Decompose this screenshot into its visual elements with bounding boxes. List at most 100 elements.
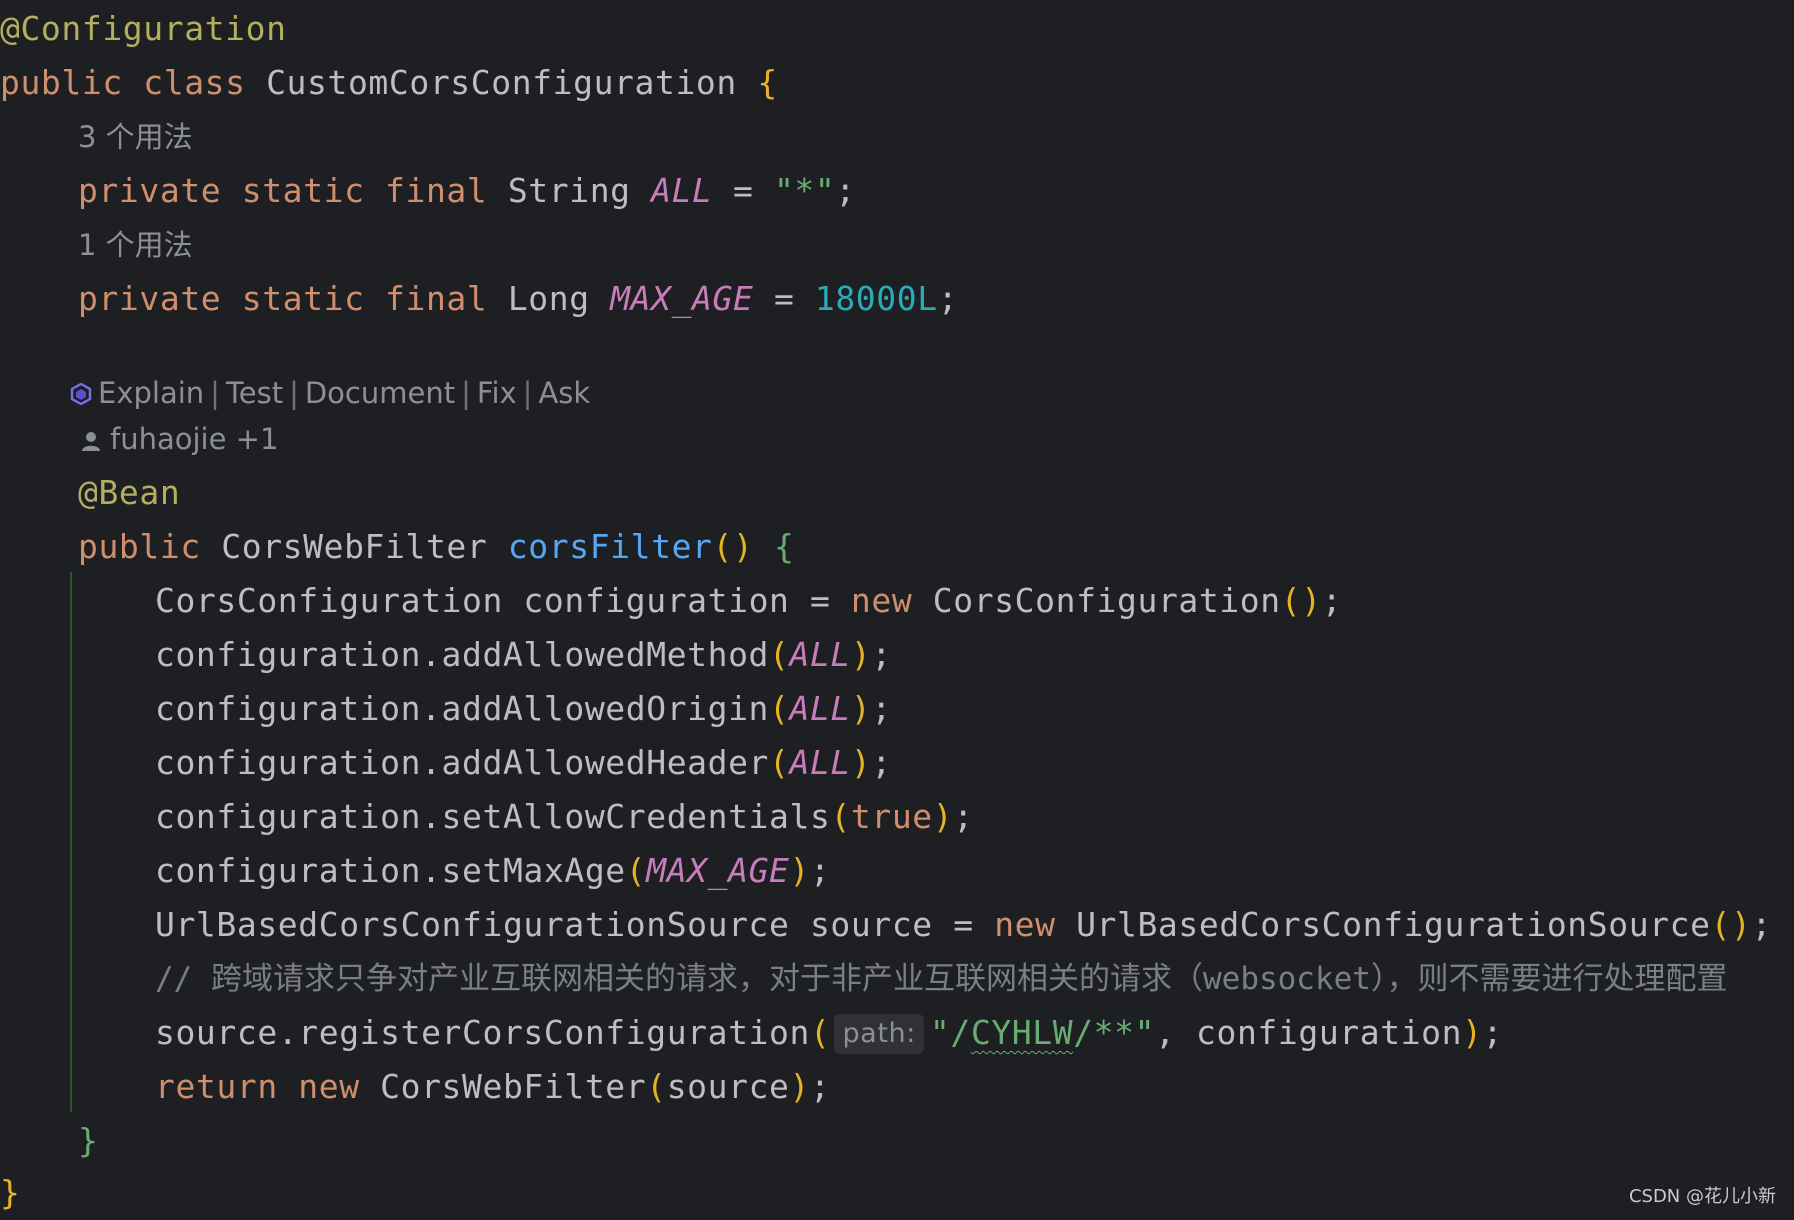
kw-static: static (241, 279, 365, 318)
code-line-15[interactable]: source.registerCorsConfiguration(path: "/… (155, 1006, 1503, 1060)
arg: MAX_AGE (646, 851, 790, 890)
code-line-4[interactable]: private static final Long MAX_AGE = 1800… (78, 272, 958, 326)
ctor: CorsConfiguration (932, 581, 1281, 620)
watermark: CSDN @花儿小新 (1628, 1186, 1776, 1207)
ctor: UrlBasedCorsConfigurationSource (1076, 905, 1711, 944)
usage-hint-text: 1 个用法 (78, 228, 193, 262)
kw-final: final (385, 171, 488, 210)
code-line-6[interactable]: public CorsWebFilter corsFilter() { (78, 520, 794, 574)
ai-action-document[interactable]: Document (305, 376, 455, 410)
var: source (809, 905, 933, 944)
semicolon: ; (1321, 581, 1343, 620)
ai-action-test[interactable]: Test (226, 376, 283, 410)
field-value: "*" (773, 171, 836, 210)
ai-action-explain[interactable]: Explain (98, 376, 204, 410)
code-line-18[interactable]: } (0, 1166, 20, 1220)
separator: | (210, 376, 220, 410)
ai-action-fix[interactable]: Fix (477, 376, 517, 410)
kw-return: return (155, 1067, 278, 1106)
code-editor[interactable]: @Configuration public class CustomCorsCo… (0, 0, 1794, 1220)
method-open-brace: { (773, 527, 795, 566)
code-line-2[interactable]: public class CustomCorsConfiguration { (0, 56, 778, 110)
code-line-12[interactable]: configuration.setMaxAge(MAX_AGE); (155, 844, 830, 898)
author-hint[interactable]: fuhaojie +1 (80, 416, 278, 462)
eq: = (809, 581, 831, 620)
code-line-8[interactable]: configuration.addAllowedMethod(ALL); (155, 628, 892, 682)
field-name-all: ALL (651, 171, 713, 210)
usage-hint-2[interactable]: 1 个用法 (78, 222, 193, 268)
user-icon (80, 419, 102, 451)
kw-new: new (850, 581, 913, 620)
kw-new: new (994, 905, 1056, 944)
path-string-close: /**" (1073, 1013, 1156, 1052)
kw-public: public (0, 63, 123, 102)
field-type: String (507, 171, 631, 210)
path-string-word: CYHLW (970, 1013, 1074, 1052)
kw-private: private (78, 171, 222, 210)
code-line-7[interactable]: CorsConfiguration configuration = new Co… (155, 574, 1342, 628)
separator: | (522, 376, 533, 410)
ai-actions-bar: Explain | Test | Document | Fix | Ask (70, 370, 590, 416)
arg: true (850, 797, 933, 836)
code-line-13[interactable]: UrlBasedCorsConfigurationSource source =… (155, 898, 1772, 952)
class-open-brace: { (757, 63, 778, 102)
arg: ALL (789, 743, 851, 782)
var: configuration (523, 581, 790, 620)
call: source.registerCorsConfiguration (155, 1013, 810, 1052)
code-line-14[interactable]: // 跨域请求只争对产业互联网相关的请求，对于非产业互联网相关的请求（webso… (155, 952, 1727, 1006)
kw-final: final (385, 279, 488, 318)
type: CorsConfiguration (155, 581, 503, 620)
code-line-3[interactable]: private static final String ALL = "*"; (78, 164, 856, 218)
field-value: 18000L (814, 279, 938, 318)
kw-public: public (78, 527, 201, 566)
eq: = (733, 171, 754, 210)
ai-action-ask[interactable]: Ask (538, 376, 590, 410)
arg: ALL (789, 635, 851, 674)
usage-hint-text: 3 个用法 (78, 120, 193, 154)
method-name: corsFilter (507, 527, 713, 566)
author-name: fuhaojie +1 (110, 422, 279, 456)
arg-rest: , configuration (1155, 1013, 1463, 1052)
return-type: CorsWebFilter (221, 527, 488, 566)
code-line-11[interactable]: configuration.setAllowCredentials(true); (155, 790, 974, 844)
method-close-brace: } (78, 1121, 99, 1160)
configuration-annotation: @Configuration (0, 9, 287, 48)
separator: | (289, 376, 299, 410)
path-string-open: "/ (929, 1013, 971, 1052)
indent-guide (70, 572, 72, 1112)
method-parens: () (712, 527, 754, 566)
kw-new: new (298, 1067, 360, 1106)
arg: source (666, 1067, 790, 1106)
arg: ALL (789, 689, 851, 728)
code-comment: // 跨域请求只争对产业互联网相关的请求，对于非产业互联网相关的请求（webso… (155, 961, 1728, 997)
code-line-9[interactable]: configuration.addAllowedOrigin(ALL); (155, 682, 892, 736)
eq: = (953, 905, 974, 944)
parameter-hint: path: (834, 1014, 924, 1054)
code-line-10[interactable]: configuration.addAllowedHeader(ALL); (155, 736, 892, 790)
type: UrlBasedCorsConfigurationSource (155, 905, 790, 944)
call: configuration.setAllowCredentials (155, 797, 831, 836)
semicolon: ; (835, 171, 856, 210)
separator: | (461, 376, 471, 410)
ai-assistant-icon (70, 372, 92, 406)
semicolon: ; (937, 279, 959, 318)
usage-hint-1[interactable]: 3 个用法 (78, 114, 193, 160)
call: configuration.addAllowedMethod (155, 635, 770, 674)
ctor: CorsWebFilter (380, 1067, 647, 1106)
kw-private: private (78, 279, 222, 318)
call: configuration.addAllowedHeader (155, 743, 770, 782)
call: configuration.addAllowedOrigin (155, 689, 770, 728)
field-name-max-age: MAX_AGE (610, 279, 754, 318)
call: configuration.setMaxAge (155, 851, 626, 890)
field-type: Long (507, 279, 590, 318)
bean-annotation: @Bean (78, 473, 181, 512)
eq: = (773, 279, 795, 318)
code-line-16[interactable]: return new CorsWebFilter(source); (155, 1060, 830, 1114)
class-name: CustomCorsConfiguration (266, 63, 737, 102)
code-line-5[interactable]: @Bean (78, 466, 180, 520)
kw-static: static (241, 171, 365, 210)
class-close-brace: } (0, 1173, 21, 1212)
kw-class: class (143, 63, 246, 102)
code-line-1[interactable]: @Configuration (0, 2, 287, 56)
code-line-17[interactable]: } (78, 1114, 98, 1168)
